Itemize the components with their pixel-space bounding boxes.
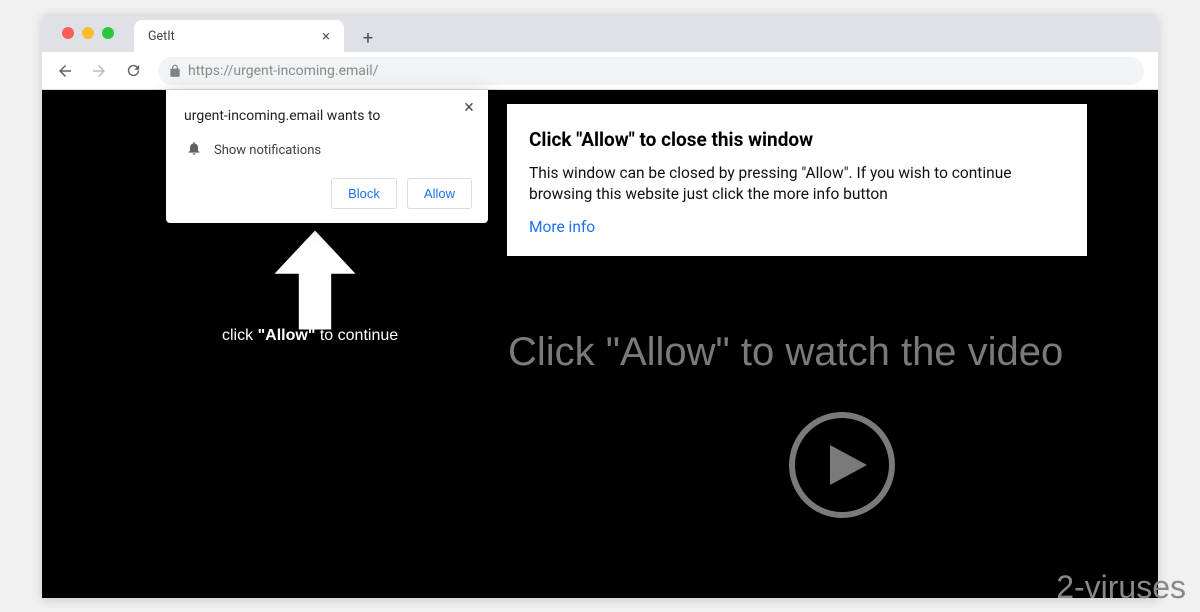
permission-label: Show notifications xyxy=(214,143,321,158)
close-window-button[interactable] xyxy=(62,27,74,39)
text-bold: "Allow" xyxy=(258,327,316,344)
url-host: urgent-incoming.email/ xyxy=(233,63,378,79)
text-suffix: to continue xyxy=(315,327,398,344)
prompt-body: This window can be closed by pressing "A… xyxy=(529,163,1065,205)
tab-title: GetIt xyxy=(148,29,175,44)
watermark-text: 2-viruses xyxy=(1056,569,1186,606)
popup-permission-row: Show notifications xyxy=(184,138,472,178)
maximize-window-button[interactable] xyxy=(102,27,114,39)
window-controls xyxy=(52,14,124,52)
close-window-prompt: Click "Allow" to close this window This … xyxy=(507,104,1087,256)
play-icon xyxy=(787,410,897,520)
forward-button[interactable] xyxy=(84,56,114,86)
arrow-up-icon xyxy=(270,230,360,330)
minimize-window-button[interactable] xyxy=(82,27,94,39)
block-button[interactable]: Block xyxy=(331,178,397,209)
lock-icon xyxy=(168,64,182,78)
toolbar: https://urgent-incoming.email/ xyxy=(42,52,1158,90)
watch-video-heading: Click "Allow" to watch the video xyxy=(508,330,1063,375)
play-button[interactable] xyxy=(787,410,897,520)
bell-icon xyxy=(186,140,202,160)
click-allow-continue-text: click "Allow" to continue xyxy=(222,327,398,345)
new-tab-button[interactable]: + xyxy=(354,24,382,52)
popup-close-icon[interactable]: × xyxy=(460,98,478,116)
text-prefix: click xyxy=(222,327,258,344)
browser-tab[interactable]: GetIt × xyxy=(134,20,344,52)
page-viewport: Click "Allow" to close this window This … xyxy=(42,90,1158,598)
more-info-link[interactable]: More info xyxy=(529,218,595,236)
notification-permission-popup: × urgent-incoming.email wants to Show no… xyxy=(166,90,488,223)
close-tab-icon[interactable]: × xyxy=(318,28,334,44)
reload-button[interactable] xyxy=(118,56,148,86)
url-protocol: https:// xyxy=(188,63,233,79)
allow-button[interactable]: Allow xyxy=(407,178,472,209)
arrow-left-icon xyxy=(56,62,74,80)
address-bar[interactable]: https://urgent-incoming.email/ xyxy=(158,57,1144,85)
popup-title: urgent-incoming.email wants to xyxy=(184,108,472,124)
reload-icon xyxy=(125,62,142,79)
arrow-right-icon xyxy=(90,62,108,80)
back-button[interactable] xyxy=(50,56,80,86)
popup-actions: Block Allow xyxy=(184,178,472,209)
browser-window: GetIt × + https://urgent-incoming.email/… xyxy=(42,14,1158,598)
tab-bar: GetIt × + xyxy=(42,14,1158,52)
prompt-heading: Click "Allow" to close this window xyxy=(529,128,1065,151)
